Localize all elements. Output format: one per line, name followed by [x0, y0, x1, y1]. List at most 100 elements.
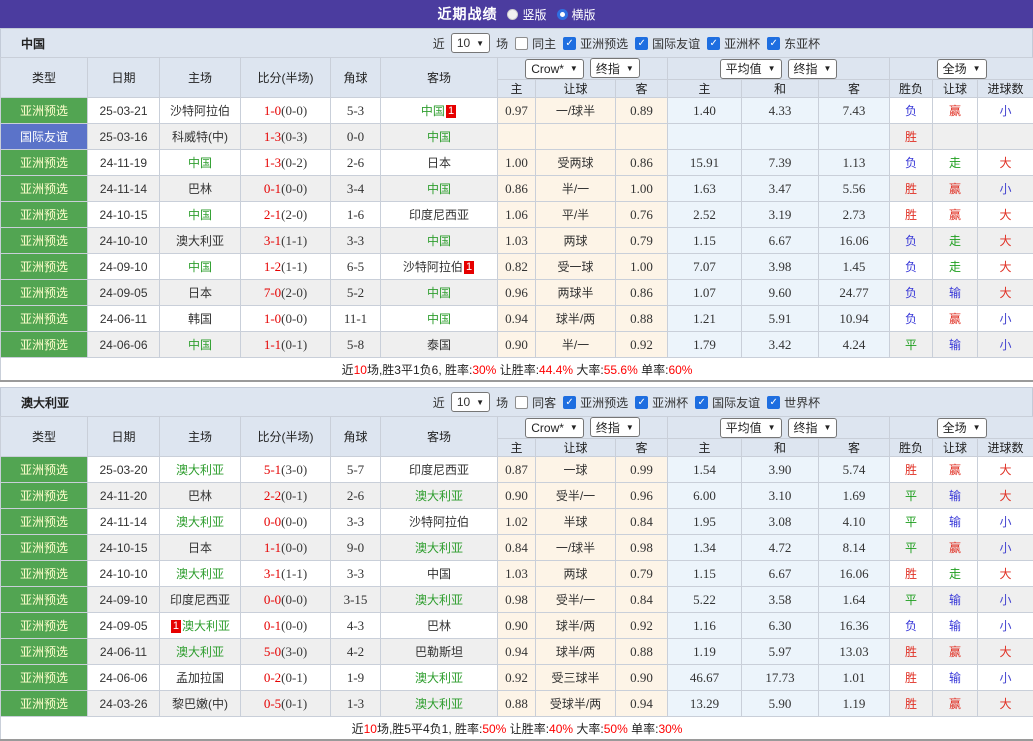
vertical-radio-icon[interactable]: [507, 9, 518, 20]
goals-result-cell: 大: [978, 228, 1033, 254]
summary-segment: 50%: [482, 722, 506, 736]
goals-result-cell: 大: [978, 457, 1033, 483]
result-cell: 负: [890, 613, 933, 639]
match-date: 24-10-15: [88, 202, 160, 228]
full-match-select[interactable]: 全场▼: [937, 59, 987, 79]
competition-checkbox-3[interactable]: ✓: [767, 37, 780, 50]
away-team-cell: 澳大利亚: [381, 665, 498, 691]
avg-away-odds: 4.10: [819, 509, 890, 535]
average-select[interactable]: 平均值▼: [720, 59, 782, 79]
competition-checkbox-2[interactable]: ✓: [695, 396, 708, 409]
corner-cell: 9-0: [331, 535, 381, 561]
score-cell: 2-1(2-0): [241, 202, 331, 228]
red-card-badge: 1: [446, 105, 456, 118]
team-name-text: 巴林: [427, 619, 451, 633]
away-team-cell: 中国: [381, 561, 498, 587]
fulltime-score: 1-2: [264, 259, 281, 274]
final-odds-select[interactable]: 终指▼: [590, 417, 640, 437]
away-team-cell: 印度尼西亚: [381, 457, 498, 483]
team-name-text: 澳大利亚: [176, 567, 224, 581]
goals-result-cell: 小: [978, 613, 1033, 639]
team-name-text: 澳大利亚: [415, 489, 463, 503]
competition-checkbox-3[interactable]: ✓: [767, 396, 780, 409]
home-team-cell: 1澳大利亚: [160, 613, 241, 639]
same-side-checkbox[interactable]: [515, 396, 528, 409]
avg-draw-odds: 3.42: [742, 332, 819, 358]
header-row-groups: 类型日期主场比分(半场)角球客场Crow*▼终指▼平均值▼终指▼全场▼: [1, 58, 1033, 80]
games-count-select-value: 10: [457, 395, 470, 409]
goals-result-cell: 小: [978, 535, 1033, 561]
fulltime-score: 0-0: [264, 592, 281, 607]
crow-handicap: 受半/一: [536, 483, 616, 509]
avg-draw-odds: 7.39: [742, 150, 819, 176]
avg-draw-odds: 6.67: [742, 228, 819, 254]
table-row: 亚洲预选24-06-11韩国1-0(0-0)11-1中国0.94球半/两0.88…: [1, 306, 1033, 332]
home-team-cell: 沙特阿拉伯: [160, 98, 241, 124]
games-count-select[interactable]: 10▼: [451, 33, 490, 53]
halftime-score: (0-0): [281, 540, 307, 555]
avg-away-odds: 16.06: [819, 561, 890, 587]
final-odds-select-2[interactable]: 终指▼: [788, 418, 838, 438]
average-select[interactable]: 平均值▼: [720, 418, 782, 438]
crow-home-odds: 1.00: [498, 150, 536, 176]
summary-segment: 单率:: [638, 363, 669, 377]
layout-vertical-option[interactable]: 竖版: [507, 6, 546, 23]
home-team-cell: 中国: [160, 150, 241, 176]
avg-away-odds: 13.03: [819, 639, 890, 665]
odds-company-select[interactable]: Crow*▼: [525, 59, 584, 79]
layout-horizontal-option[interactable]: 横版: [557, 6, 596, 23]
full-match-select[interactable]: 全场▼: [937, 418, 987, 438]
results-table: 类型日期主场比分(半场)角球客场Crow*▼终指▼平均值▼终指▼全场▼主让球客主…: [0, 416, 1033, 741]
page-title: 近期战绩: [437, 4, 497, 24]
table-row: 亚洲预选24-03-26黎巴嫩(中)0-5(0-1)1-3澳大利亚0.88受球半…: [1, 691, 1033, 717]
corner-cell: 0-0: [331, 124, 381, 150]
odds-company-select[interactable]: Crow*▼: [525, 418, 584, 438]
handicap-result-cell: 赢: [933, 98, 978, 124]
crow-away-odds: 0.79: [616, 228, 668, 254]
competition-checkbox-0[interactable]: ✓: [563, 396, 576, 409]
section-header: 中国近10▼场同主✓亚洲预选✓国际友谊✓亚洲杯✓东亚杯: [0, 28, 1033, 57]
competition-checkbox-1[interactable]: ✓: [635, 396, 648, 409]
competition-type-cell: 亚洲预选: [1, 457, 88, 483]
competition-checkbox-0[interactable]: ✓: [563, 37, 576, 50]
filter-controls: 近10▼场同主✓亚洲预选✓国际友谊✓亚洲杯✓东亚杯: [221, 33, 1032, 53]
horizontal-radio-icon[interactable]: [557, 9, 568, 20]
score-cell: 0-1(0-0): [241, 176, 331, 202]
avg-home-odds: 46.67: [668, 665, 742, 691]
avg-draw-odds: 3.90: [742, 457, 819, 483]
match-date: 24-06-06: [88, 665, 160, 691]
competition-label-2: 国际友谊: [712, 394, 760, 411]
summary-row: 近10场,胜5平4负1, 胜率:50% 让胜率:40% 大率:50% 单率:30…: [1, 717, 1033, 741]
corner-cell: 3-15: [331, 587, 381, 613]
team-name-text: 中国: [427, 312, 451, 326]
corner-cell: 1-9: [331, 665, 381, 691]
col-header-goals: 进球数: [978, 80, 1033, 98]
competition-checkbox-1[interactable]: ✓: [635, 37, 648, 50]
avg-away-odds: [819, 124, 890, 150]
handicap-result-cell: 输: [933, 332, 978, 358]
crow-handicap: 一球: [536, 457, 616, 483]
final-odds-select-2[interactable]: 终指▼: [788, 59, 838, 79]
corner-cell: 3-4: [331, 176, 381, 202]
goals-result-cell: 小: [978, 98, 1033, 124]
games-count-select[interactable]: 10▼: [451, 392, 490, 412]
home-team-cell: 澳大利亚: [160, 457, 241, 483]
summary-segment: 30%: [472, 363, 496, 377]
crow-home-odds: 0.84: [498, 535, 536, 561]
avg-draw-odds: 4.33: [742, 98, 819, 124]
score-cell: 7-0(2-0): [241, 280, 331, 306]
average-odds-group: 平均值▼ 终指▼: [668, 58, 890, 80]
final-odds-select[interactable]: 终指▼: [590, 58, 640, 78]
crow-handicap: 半球: [536, 509, 616, 535]
avg-away-odds: 1.13: [819, 150, 890, 176]
same-side-checkbox[interactable]: [515, 37, 528, 50]
corner-cell: 4-3: [331, 613, 381, 639]
summary-segment: 60%: [668, 363, 692, 377]
competition-type-cell: 亚洲预选: [1, 613, 88, 639]
result-cell: 平: [890, 332, 933, 358]
team-name-text: 澳大利亚: [182, 619, 230, 633]
crow-handicap: 受三球半: [536, 665, 616, 691]
fulltime-score: 7-0: [264, 285, 281, 300]
competition-checkbox-2[interactable]: ✓: [707, 37, 720, 50]
col-header-handicap-result: 让球: [933, 439, 978, 457]
